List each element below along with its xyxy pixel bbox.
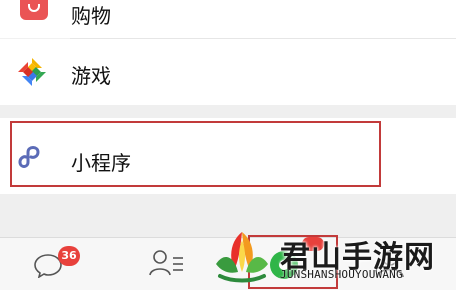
- notification-dot: [302, 237, 324, 251]
- highlight-box: [10, 121, 381, 187]
- tab-discover[interactable]: [248, 235, 338, 289]
- discover-item-label: 购物: [71, 4, 111, 28]
- discover-item-label: 游戏: [71, 64, 111, 88]
- discover-item-games[interactable]: 游戏: [0, 39, 456, 105]
- discover-item-shopping[interactable]: 购物: [0, 0, 456, 38]
- tab-contacts[interactable]: [148, 248, 186, 282]
- contacts-icon: [148, 248, 186, 278]
- me-icon: [374, 248, 406, 278]
- bottom-tab-bar: 36: [0, 235, 456, 290]
- discover-icon: [270, 251, 298, 279]
- section-gap: [0, 194, 456, 237]
- game-color-icon: [16, 56, 48, 88]
- tab-chats[interactable]: 36: [30, 244, 80, 284]
- shopping-bag-icon: [20, 0, 48, 20]
- unread-count-badge: 36: [58, 246, 80, 266]
- section-gap: [0, 105, 456, 118]
- tab-me[interactable]: [372, 248, 408, 282]
